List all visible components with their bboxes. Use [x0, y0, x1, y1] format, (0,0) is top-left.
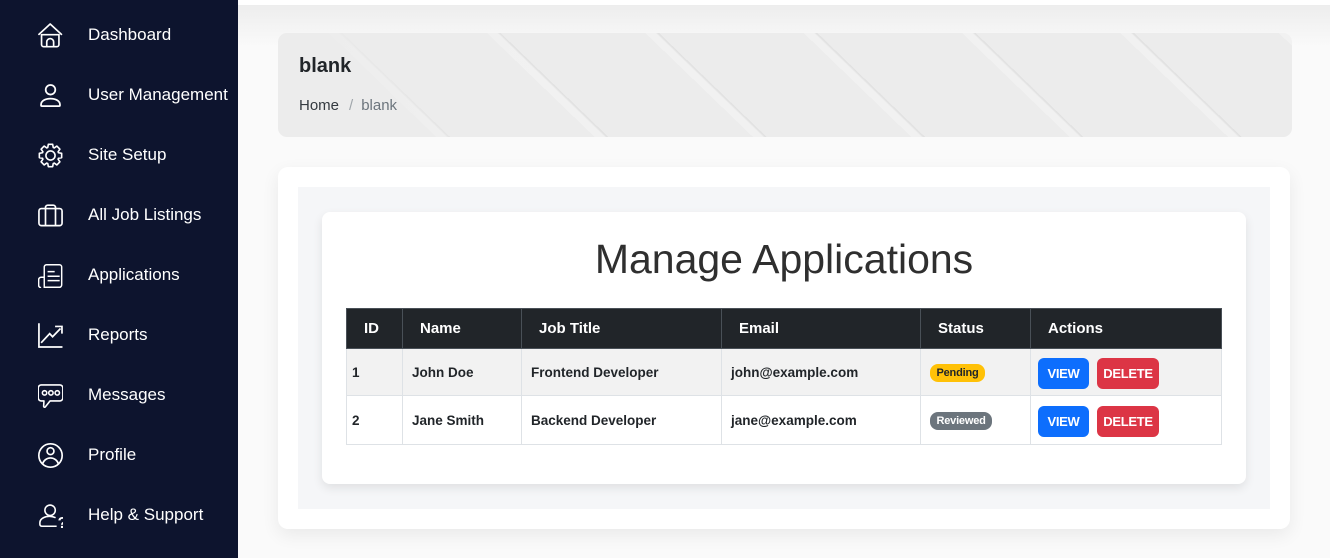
- svg-text:?: ?: [58, 514, 63, 527]
